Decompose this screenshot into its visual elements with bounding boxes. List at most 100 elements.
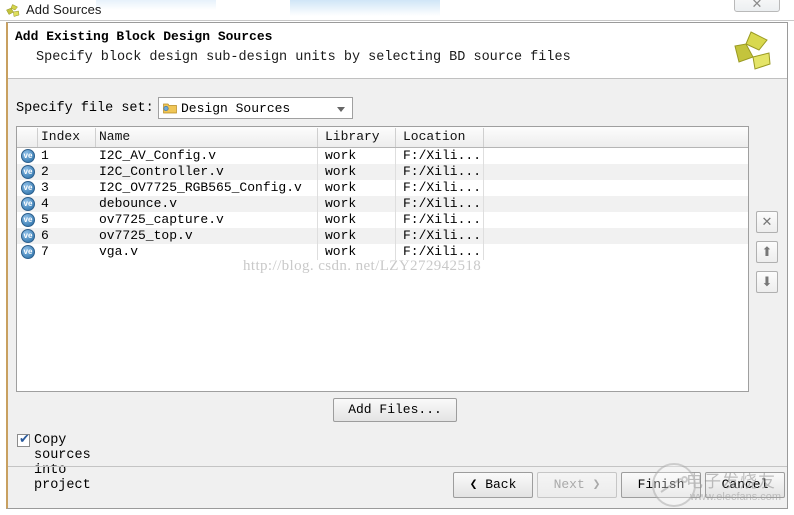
cell-divider xyxy=(483,212,484,228)
move-up-button[interactable]: ⬆ xyxy=(756,241,778,263)
verilog-file-icon xyxy=(21,213,35,227)
table-row[interactable]: 5 ov7725_capture.v work F:/Xili... xyxy=(17,212,748,228)
cell-divider xyxy=(395,196,396,212)
cell-divider xyxy=(395,148,396,164)
header-divider xyxy=(317,128,318,147)
cell-library: work xyxy=(325,212,357,227)
cancel-label: Cancel xyxy=(721,477,769,492)
cell-name: vga.v xyxy=(99,244,139,259)
cell-location: F:/Xili... xyxy=(403,228,482,243)
remove-x-icon: ✕ xyxy=(761,214,773,229)
cell-divider xyxy=(317,196,318,212)
cell-library: work xyxy=(325,164,357,179)
column-header-index[interactable]: Index xyxy=(41,129,80,144)
dialog-banner: Add Existing Block Design Sources Specif… xyxy=(8,23,787,79)
cell-divider xyxy=(317,148,318,164)
cell-index: 1 xyxy=(41,148,49,163)
close-icon: ✕ xyxy=(751,0,763,11)
cell-divider xyxy=(483,164,484,180)
table-row[interactable]: 7 vga.v work F:/Xili... xyxy=(17,244,748,260)
cell-name: debounce.v xyxy=(99,196,178,211)
cell-divider xyxy=(317,212,318,228)
window-title-bar: Add Sources ✕ xyxy=(0,0,794,21)
cell-name: I2C_OV7725_RGB565_Config.v xyxy=(99,180,302,195)
remove-source-button[interactable]: ✕ xyxy=(756,211,778,233)
cell-index: 2 xyxy=(41,164,49,179)
cell-location: F:/Xili... xyxy=(403,180,482,195)
cell-library: work xyxy=(325,244,357,259)
table-row[interactable]: 2 I2C_Controller.v work F:/Xili... xyxy=(17,164,748,180)
banner-subtitle: Specify block design sub-design units by… xyxy=(36,50,571,65)
back-label: ❮ Back xyxy=(469,477,517,492)
table-body: 1 I2C_AV_Config.vwork F:/Xili... 2 I2C_Contr… xyxy=(17,148,748,260)
cell-divider xyxy=(483,148,484,164)
header-divider xyxy=(395,128,396,147)
cell-divider xyxy=(395,164,396,180)
cell-divider xyxy=(483,180,484,196)
cell-index: 3 xyxy=(41,180,49,195)
cell-divider xyxy=(317,244,318,260)
cell-library: work xyxy=(325,180,357,195)
cell-divider xyxy=(483,196,484,212)
verilog-file-icon xyxy=(21,165,35,179)
finish-button[interactable]: Finish xyxy=(621,472,701,498)
cell-index: 6 xyxy=(41,228,49,243)
xilinx-pinwheel-logo-icon xyxy=(734,31,771,70)
cell-divider xyxy=(317,228,318,244)
cell-divider xyxy=(395,228,396,244)
column-header-location[interactable]: Location xyxy=(403,129,465,144)
copy-sources-checkbox[interactable]: ✔ xyxy=(17,431,30,447)
cell-index: 4 xyxy=(41,196,49,211)
cell-location: F:/Xili... xyxy=(403,196,482,211)
checkmark-icon: ✔ xyxy=(19,431,30,446)
cell-divider xyxy=(395,244,396,260)
fileset-value: Design Sources xyxy=(181,101,291,116)
cell-name: ov7725_capture.v xyxy=(99,212,224,227)
verilog-file-icon xyxy=(21,149,35,163)
column-header-name[interactable]: Name xyxy=(99,129,130,144)
window-close-button[interactable]: ✕ xyxy=(734,0,780,12)
banner-title: Add Existing Block Design Sources xyxy=(15,29,273,44)
back-button[interactable]: ❮ Back xyxy=(453,472,533,498)
move-down-button[interactable]: ⬇ xyxy=(756,271,778,293)
table-row[interactable]: 4 debounce.v work F:/Xili... xyxy=(17,196,748,212)
fileset-dropdown[interactable]: Design Sources xyxy=(158,97,353,119)
cell-divider xyxy=(395,180,396,196)
cell-divider xyxy=(483,228,484,244)
verilog-file-icon xyxy=(21,229,35,243)
add-files-label: Add Files... xyxy=(348,402,442,417)
column-header-library[interactable]: Library xyxy=(325,129,380,144)
finish-label: Finish xyxy=(637,477,685,492)
table-header-row: Index Name Library Location xyxy=(17,127,748,148)
cell-location: F:/Xili... xyxy=(403,148,482,163)
cell-name: I2C_AV_Config.v xyxy=(99,148,217,163)
cell-divider xyxy=(483,244,484,260)
header-divider xyxy=(37,128,38,147)
table-row[interactable]: 3 I2C_OV7725_RGB565_Config.v work F:/Xili..… xyxy=(17,180,748,196)
cell-library: work xyxy=(325,196,357,211)
cell-name: I2C_Controller.v xyxy=(99,164,224,179)
next-button[interactable]: Next ❯ xyxy=(537,472,617,498)
cell-location: F:/Xili... xyxy=(403,212,482,227)
cell-name: ov7725_top.v xyxy=(99,228,193,243)
folder-icon xyxy=(163,103,177,114)
verilog-file-icon xyxy=(21,181,35,195)
fileset-label: Specify file set: xyxy=(16,101,154,116)
verilog-file-icon xyxy=(21,197,35,211)
vivado-logo-icon xyxy=(6,4,20,17)
cell-location: F:/Xili... xyxy=(403,244,482,259)
table-row[interactable]: 1 I2C_AV_Config.v work F:/Xili... xyxy=(17,148,748,164)
window-title: Add Sources xyxy=(26,2,102,17)
copy-sources-label: Copy sources into project xyxy=(34,433,91,493)
add-sources-dialog: Add Existing Block Design Sources Specif… xyxy=(6,22,788,509)
cell-divider xyxy=(317,164,318,180)
cell-index: 5 xyxy=(41,212,49,227)
next-label: Next ❯ xyxy=(553,477,601,492)
table-row[interactable]: 6 ov7725_top.v work F:/Xili... xyxy=(17,228,748,244)
cell-index: 7 xyxy=(41,244,49,259)
cancel-button[interactable]: Cancel xyxy=(705,472,785,498)
add-files-button[interactable]: Add Files... xyxy=(333,398,457,422)
title-bar-tint-secondary xyxy=(96,0,216,10)
verilog-file-icon xyxy=(21,245,35,259)
chevron-down-icon xyxy=(337,107,345,112)
